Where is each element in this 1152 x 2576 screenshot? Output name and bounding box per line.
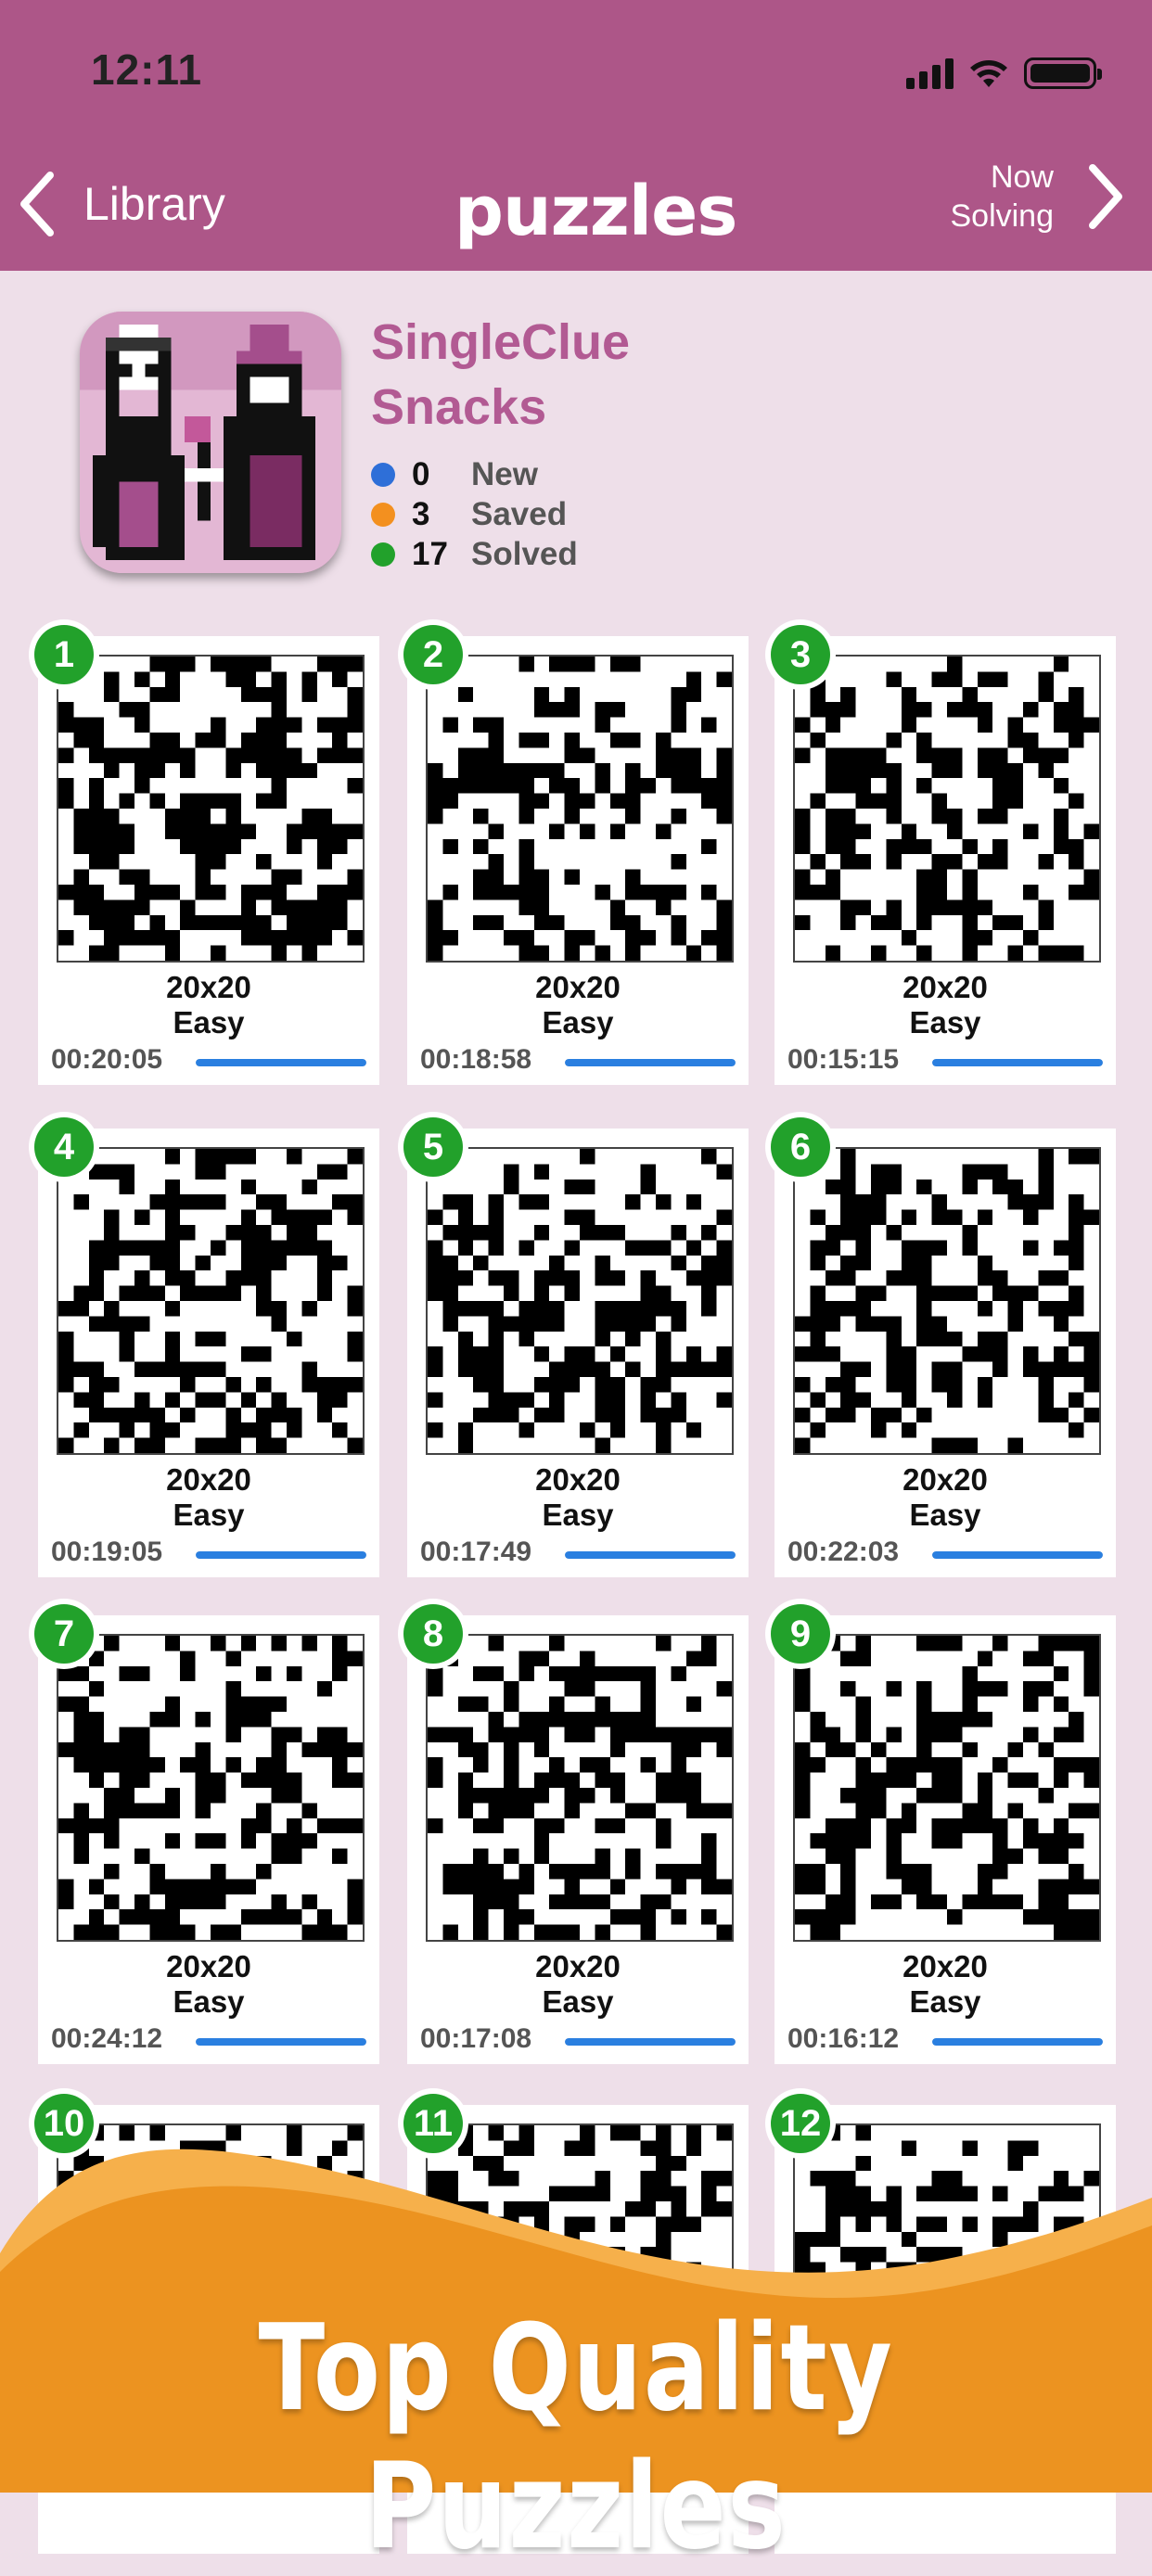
puzzle-solve-time: 00:22:03: [787, 1537, 900, 1567]
puzzle-number-badge: 7: [29, 1599, 99, 1669]
puzzle-solve-time: 00:17:08: [420, 2023, 532, 2054]
puzzle-thumbnail: [793, 1634, 1101, 1942]
orange-dot-icon: [371, 502, 395, 527]
puzzle-solve-time: 00:17:49: [420, 1537, 532, 1567]
puzzle-thumbnail-art: [58, 1636, 363, 1940]
puzzle-thumbnail-art: [58, 1149, 363, 1453]
puzzles-logo: puzzles: [454, 172, 737, 251]
puzzle-difficulty: Easy: [173, 1005, 245, 1039]
navigation-bar: 12:11 Library puzzles Now Solving: [0, 0, 1152, 271]
cellular-signal-icon: [906, 56, 954, 89]
puzzle-number-badge: 9: [765, 1599, 836, 1669]
puzzle-size: 20x20: [902, 1462, 988, 1497]
puzzle-solve-time: 00:16:12: [787, 2023, 900, 2054]
puzzle-number-badge: 8: [398, 1599, 468, 1669]
puzzle-progress-bar: [565, 1551, 736, 1559]
stat-new: 0 New: [371, 454, 578, 494]
puzzle-thumbnail: [57, 655, 365, 963]
puzzle-thumbnail-art: [428, 1636, 732, 1940]
puzzle-difficulty: Easy: [173, 1498, 245, 1532]
puzzle-thumbnail-art: [58, 657, 363, 961]
pack-icon: [80, 312, 341, 573]
puzzle-thumbnail: [793, 655, 1101, 963]
puzzle-size: 20x20: [902, 1949, 988, 1983]
puzzle-number-badge: 4: [29, 1112, 99, 1182]
puzzle-card[interactable]: 2 20x20 Easy 00:18:58: [398, 619, 749, 1085]
chevron-left-icon: [20, 172, 54, 236]
puzzle-size: 20x20: [535, 1949, 621, 1983]
now-solving-button[interactable]: Now Solving: [950, 158, 1124, 236]
puzzle-progress-bar: [196, 1059, 366, 1066]
puzzle-progress-bar: [932, 1551, 1103, 1559]
promo-banner-text: Top Quality Puzzles: [258, 2300, 894, 2576]
puzzle-card[interactable]: 4 20x20 Easy 00:19:05: [29, 1112, 379, 1577]
puzzle-progress-bar: [196, 1551, 366, 1559]
puzzle-thumbnail: [426, 1147, 734, 1455]
puzzle-progress-bar: [932, 2038, 1103, 2046]
library-back-label: Library: [83, 178, 225, 230]
puzzle-card[interactable]: 9 20x20 Easy 00:16:12: [765, 1599, 1116, 2064]
puzzle-size: 20x20: [166, 1949, 251, 1983]
puzzle-size: 20x20: [902, 970, 988, 1004]
puzzle-difficulty: Easy: [909, 1498, 981, 1532]
puzzle-card[interactable]: 3 20x20 Easy 00:15:15: [765, 619, 1116, 1085]
puzzle-number-badge: 3: [765, 619, 836, 690]
puzzle-thumbnail: [57, 1147, 365, 1455]
library-back-button[interactable]: Library: [19, 167, 225, 241]
stat-solved: 17 Solved: [371, 534, 578, 574]
puzzle-size: 20x20: [166, 970, 251, 1004]
puzzle-thumbnail-art: [795, 1149, 1099, 1453]
chevron-right-icon: [1089, 164, 1122, 229]
pack-title: SingleClue Snacks: [371, 314, 631, 435]
battery-icon: [1024, 57, 1102, 89]
puzzle-number-badge: 2: [398, 619, 468, 690]
puzzle-difficulty: Easy: [542, 1984, 614, 2019]
puzzle-difficulty: Easy: [909, 1005, 981, 1039]
puzzle-size: 20x20: [535, 1462, 621, 1497]
puzzle-thumbnail: [793, 1147, 1101, 1455]
puzzle-difficulty: Easy: [542, 1498, 614, 1532]
puzzle-solve-time: 00:20:05: [51, 1044, 163, 1075]
puzzle-thumbnail: [426, 655, 734, 963]
puzzle-difficulty: Easy: [909, 1984, 981, 2019]
now-solving-label: Now Solving: [950, 159, 1054, 234]
puzzle-card[interactable]: 5 20x20 Easy 00:17:49: [398, 1112, 749, 1577]
puzzle-card[interactable]: 7 20x20 Easy 00:24:12: [29, 1599, 379, 2064]
puzzle-solve-time: 00:18:58: [420, 1044, 532, 1075]
puzzle-number-badge: 6: [765, 1112, 836, 1182]
green-dot-icon: [371, 542, 395, 567]
puzzle-progress-bar: [565, 2038, 736, 2046]
puzzle-thumbnail-art: [428, 1149, 732, 1453]
puzzle-card[interactable]: 1 20x20 Easy 00:20:05: [29, 619, 379, 1085]
puzzle-size: 20x20: [166, 1462, 251, 1497]
stat-saved: 3 Saved: [371, 494, 578, 534]
puzzle-thumbnail-art: [795, 1636, 1099, 1940]
status-icons: [906, 52, 1102, 89]
puzzle-thumbnail-art: [428, 657, 732, 961]
puzzle-difficulty: Easy: [542, 1005, 614, 1039]
puzzle-card[interactable]: 6 20x20 Easy 00:22:03: [765, 1112, 1116, 1577]
wifi-icon: [970, 60, 1007, 87]
puzzle-number-badge: 1: [29, 619, 99, 690]
pack-stats: 0 New 3 Saved 17 Solved: [371, 454, 578, 574]
puzzle-number-badge: 5: [398, 1112, 468, 1182]
puzzle-card[interactable]: 8 20x20 Easy 00:17:08: [398, 1599, 749, 2064]
puzzle-solve-time: 00:19:05: [51, 1537, 163, 1567]
status-time: 12:11: [91, 45, 203, 94]
puzzle-solve-time: 00:24:12: [51, 2023, 163, 2054]
puzzle-size: 20x20: [535, 970, 621, 1004]
puzzle-thumbnail: [426, 1634, 734, 1942]
puzzle-thumbnail-art: [795, 657, 1099, 961]
puzzle-progress-bar: [565, 1059, 736, 1066]
blue-dot-icon: [371, 462, 395, 487]
puzzle-progress-bar: [932, 1059, 1103, 1066]
puzzle-progress-bar: [196, 2038, 366, 2046]
puzzle-thumbnail: [57, 1634, 365, 1942]
puzzle-difficulty: Easy: [173, 1984, 245, 2019]
puzzle-solve-time: 00:15:15: [787, 1044, 900, 1075]
